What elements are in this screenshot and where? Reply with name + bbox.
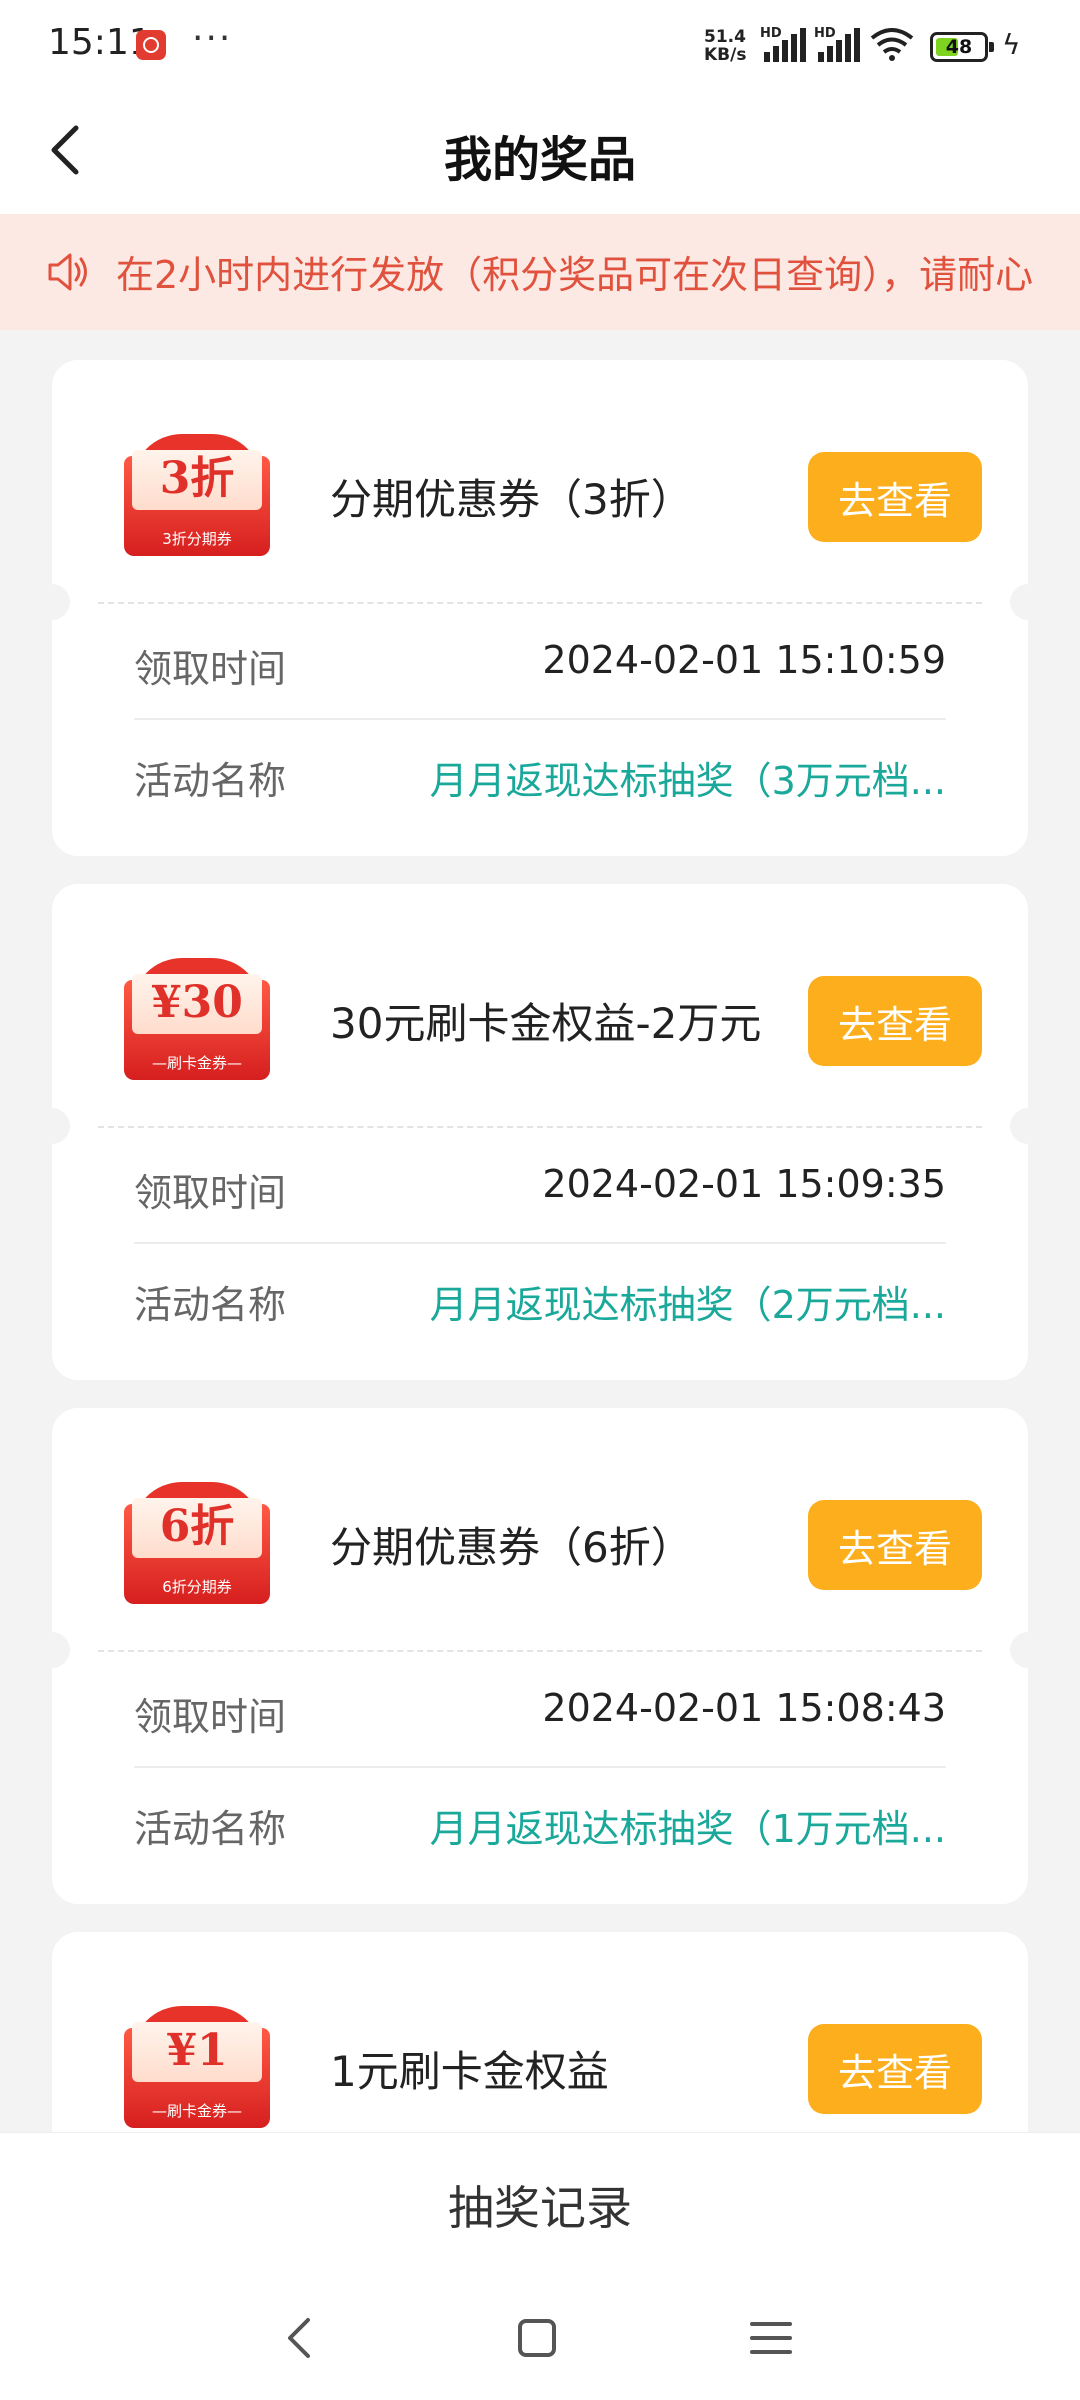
activity-label: 活动名称	[134, 1283, 287, 1327]
prize-name: 分期优惠券（3折）	[330, 475, 693, 524]
nav-menu-icon[interactable]	[736, 2306, 806, 2370]
prize-name: 分期优惠券（6折）	[330, 1523, 693, 1572]
draw-records-button[interactable]: 抽奖记录	[0, 2133, 1080, 2276]
nav-home-icon[interactable]	[502, 2306, 572, 2370]
app-notification-icon	[136, 30, 166, 60]
speaker-icon	[48, 253, 87, 291]
signal-icon: HD	[760, 26, 808, 62]
coupon-image: ¥30 —刷卡金券—	[124, 958, 270, 1082]
nav-back-icon[interactable]	[266, 2306, 336, 2370]
view-button[interactable]: 去查看	[808, 2024, 982, 2114]
charging-icon: ϟ	[1002, 28, 1021, 61]
prize-card: 6折 6折分期券 分期优惠券（6折） 去查看 领取时间 2024-02-01 1…	[34, 1408, 1046, 1904]
receive-time-value: 2024-02-01 15:08:43	[542, 1686, 946, 1730]
prize-card: 3折 3折分期券 分期优惠券（3折） 去查看 领取时间 2024-02-01 1…	[34, 360, 1046, 856]
receive-time-value: 2024-02-01 15:09:35	[542, 1162, 946, 1206]
more-notifications-icon: ···	[192, 18, 233, 59]
activity-name-link[interactable]: 月月返现达标抽奖（2万元档...	[430, 1274, 946, 1329]
notice-banner: 在2小时内进行发放（积分奖品可在次日查询），请耐心	[0, 214, 1080, 330]
status-bar: 15:11 ··· 51.4 KB/s HD HD 48 ϟ	[0, 0, 1080, 92]
header: 我的奖品	[0, 92, 1080, 214]
prize-name: 1元刷卡金权益	[330, 2047, 609, 2096]
network-speed: 51.4 KB/s	[704, 27, 747, 65]
wifi-icon	[870, 28, 914, 61]
receive-time-label: 领取时间	[134, 1171, 287, 1215]
activity-name-link[interactable]: 月月返现达标抽奖（3万元档...	[430, 750, 946, 805]
battery-icon: 48	[930, 32, 994, 62]
receive-time-label: 领取时间	[134, 647, 287, 691]
view-button[interactable]: 去查看	[808, 1500, 982, 1590]
view-button[interactable]: 去查看	[808, 452, 982, 542]
coupon-image: 6折 6折分期券	[124, 1482, 270, 1606]
bottom-bar: 抽奖记录	[0, 2132, 1080, 2276]
prize-name: 30元刷卡金权益-2万元	[330, 999, 762, 1048]
activity-name-link[interactable]: 月月返现达标抽奖（1万元档...	[430, 1798, 946, 1853]
notice-text: 在2小时内进行发放（积分奖品可在次日查询），请耐心	[116, 253, 1034, 297]
activity-label: 活动名称	[134, 1807, 287, 1851]
coupon-image: 3折 3折分期券	[124, 434, 270, 558]
view-button[interactable]: 去查看	[808, 976, 982, 1066]
receive-time-label: 领取时间	[134, 1695, 287, 1739]
system-navigation-bar	[0, 2276, 1080, 2400]
coupon-image: ¥1 —刷卡金券—	[124, 2006, 270, 2130]
prize-card: ¥30 —刷卡金券— 30元刷卡金权益-2万元 去查看 领取时间 2024-02…	[34, 884, 1046, 1380]
page-title: 我的奖品	[443, 132, 636, 188]
receive-time-value: 2024-02-01 15:10:59	[542, 638, 946, 682]
activity-label: 活动名称	[134, 759, 287, 803]
signal-icon-2: HD	[814, 26, 862, 62]
